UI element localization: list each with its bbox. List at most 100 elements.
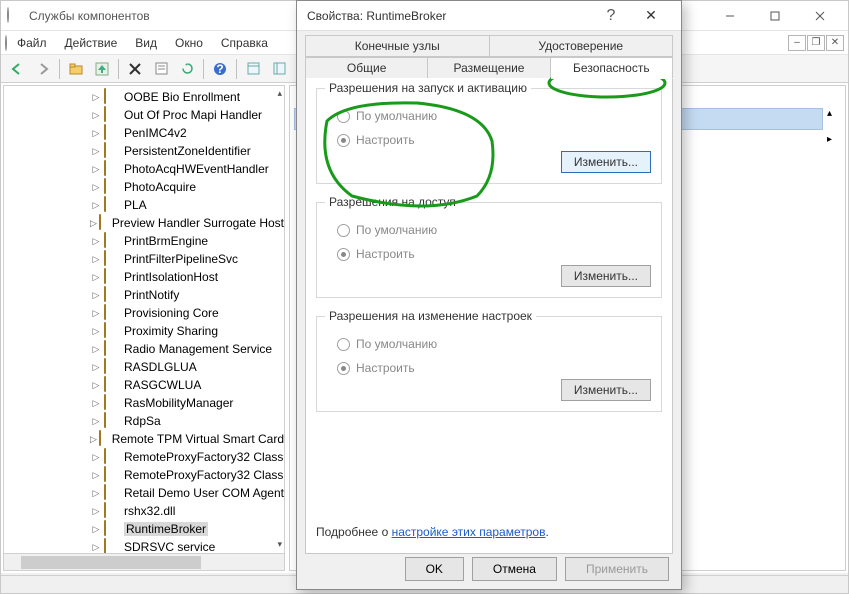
tree-item[interactable]: ▷Radio Management Service	[4, 340, 284, 358]
tree-list[interactable]: ▷OOBE Bio Enrollment▷Out Of Proc Mapi Ha…	[4, 86, 284, 558]
expander-icon[interactable]: ▷	[90, 416, 102, 427]
close-button[interactable]	[797, 1, 842, 31]
edit-config-button[interactable]: Изменить...	[561, 379, 651, 401]
expander-icon[interactable]: ▷	[90, 344, 102, 355]
radio-launch-default[interactable]: По умолчанию	[337, 109, 651, 123]
tree-item[interactable]: ▷PrintNotify	[4, 286, 284, 304]
tree-scroll-up[interactable]: ▴	[277, 88, 282, 99]
expander-icon[interactable]: ▷	[90, 488, 102, 499]
up-button[interactable]	[90, 57, 114, 81]
help-button[interactable]: ?	[208, 57, 232, 81]
expander-icon[interactable]: ▷	[90, 200, 102, 211]
tree-item[interactable]: ▷Proximity Sharing	[4, 322, 284, 340]
tree-item[interactable]: ▷PLA	[4, 196, 284, 214]
maximize-button[interactable]	[752, 1, 797, 31]
tab-endpoints[interactable]: Конечные узлы	[305, 35, 490, 57]
expander-icon[interactable]: ▷	[90, 542, 102, 553]
tree-item[interactable]: ▷PrintBrmEngine	[4, 232, 284, 250]
footer-link[interactable]: настройке этих параметров	[392, 525, 546, 539]
tree-item[interactable]: ▷PhotoAcquire	[4, 178, 284, 196]
edit-launch-button[interactable]: Изменить...	[561, 151, 651, 173]
radio-config-custom[interactable]: Настроить	[337, 361, 651, 375]
expander-icon[interactable]: ▷	[90, 92, 102, 103]
tree-item[interactable]: ▷Retail Demo User COM Agent	[4, 484, 284, 502]
tab-header: Конечные узлы Удостоверение Общие Размещ…	[305, 35, 673, 78]
properties-button[interactable]	[149, 57, 173, 81]
package-icon	[104, 107, 120, 123]
tab-location[interactable]: Размещение	[428, 57, 550, 78]
expander-icon[interactable]: ▷	[90, 326, 102, 337]
expander-icon[interactable]: ▷	[90, 452, 102, 463]
right-panel-caret-up[interactable]: ▴	[827, 108, 841, 122]
expander-icon[interactable]: ▷	[90, 290, 102, 301]
tab-identity[interactable]: Удостоверение	[490, 35, 674, 57]
tree-item[interactable]: ▷Remote TPM Virtual Smart Card	[4, 430, 284, 448]
tree-item[interactable]: ▷PhotoAcqHWEventHandler	[4, 160, 284, 178]
tree-item[interactable]: ▷PrintFilterPipelineSvc	[4, 250, 284, 268]
mdi-restore[interactable]: ❐	[807, 35, 825, 51]
expander-icon[interactable]: ▷	[90, 128, 102, 139]
expander-icon[interactable]: ▷	[90, 308, 102, 319]
dialog-close-button[interactable]: ✕	[631, 7, 671, 24]
tab-general[interactable]: Общие	[305, 57, 428, 78]
forward-button[interactable]	[31, 57, 55, 81]
radio-launch-custom[interactable]: Настроить	[337, 133, 651, 147]
ok-button[interactable]: OK	[405, 557, 464, 581]
tree-item[interactable]: ▷RASGCWLUA	[4, 376, 284, 394]
tree-item[interactable]: ▷Provisioning Core	[4, 304, 284, 322]
tree-item[interactable]: ▷rshx32.dll	[4, 502, 284, 520]
folder-button[interactable]	[64, 57, 88, 81]
menu-help[interactable]: Справка	[213, 33, 276, 53]
tree-item[interactable]: ▷PersistentZoneIdentifier	[4, 142, 284, 160]
radio-access-custom[interactable]: Настроить	[337, 247, 651, 261]
expander-icon[interactable]: ▷	[90, 434, 97, 445]
radio-access-default[interactable]: По умолчанию	[337, 223, 651, 237]
tree-item[interactable]: ▷RASDLGLUA	[4, 358, 284, 376]
tree-item[interactable]: ▷Preview Handler Surrogate Host	[4, 214, 284, 232]
expander-icon[interactable]: ▷	[90, 254, 102, 265]
radio-config-default[interactable]: По умолчанию	[337, 337, 651, 351]
menu-window[interactable]: Окно	[167, 33, 211, 53]
expander-icon[interactable]: ▷	[90, 506, 102, 517]
mdi-close[interactable]: ✕	[826, 35, 844, 51]
minimize-button[interactable]	[707, 1, 752, 31]
expander-icon[interactable]: ▷	[90, 146, 102, 157]
delete-button[interactable]	[123, 57, 147, 81]
dialog-help-button[interactable]: ?	[591, 7, 631, 25]
expander-icon[interactable]: ▷	[90, 524, 102, 535]
expander-icon[interactable]: ▷	[90, 182, 102, 193]
menu-view[interactable]: Вид	[127, 33, 165, 53]
tree-item[interactable]: ▷OOBE Bio Enrollment	[4, 88, 284, 106]
expander-icon[interactable]: ▷	[90, 470, 102, 481]
expander-icon[interactable]: ▷	[90, 236, 102, 247]
expander-icon[interactable]: ▷	[90, 272, 102, 283]
menu-action[interactable]: Действие	[57, 33, 126, 53]
tree-hscrollbar[interactable]	[4, 553, 284, 570]
tree-item[interactable]: ▷Out Of Proc Mapi Handler	[4, 106, 284, 124]
expander-icon[interactable]: ▷	[90, 164, 102, 175]
mdi-minimize[interactable]: ‒	[788, 35, 806, 51]
cancel-button[interactable]: Отмена	[472, 557, 557, 581]
expander-icon[interactable]: ▷	[90, 398, 102, 409]
tree-item[interactable]: ▷RemoteProxyFactory32 Class	[4, 448, 284, 466]
expander-icon[interactable]: ▷	[90, 362, 102, 373]
expander-icon[interactable]: ▷	[90, 218, 97, 229]
tree-item[interactable]: ▷RasMobilityManager	[4, 394, 284, 412]
tree-item[interactable]: ▷PenIMC4v2	[4, 124, 284, 142]
tree-item[interactable]: ▷PrintIsolationHost	[4, 268, 284, 286]
tree-item[interactable]: ▷RuntimeBroker	[4, 520, 284, 538]
apply-button[interactable]: Применить	[565, 557, 669, 581]
right-panel-caret-right[interactable]: ▸	[827, 134, 841, 148]
expander-icon[interactable]: ▷	[90, 110, 102, 121]
back-button[interactable]	[5, 57, 29, 81]
tab-security[interactable]: Безопасность	[551, 57, 673, 79]
view1-button[interactable]	[241, 57, 265, 81]
tree-item[interactable]: ▷RemoteProxyFactory32 Class	[4, 466, 284, 484]
view2-button[interactable]	[267, 57, 291, 81]
tree-scroll-down[interactable]: ▾	[277, 539, 282, 550]
refresh-button[interactable]	[175, 57, 199, 81]
edit-access-button[interactable]: Изменить...	[561, 265, 651, 287]
tree-item[interactable]: ▷RdpSa	[4, 412, 284, 430]
menu-file[interactable]: Файл	[9, 33, 55, 53]
expander-icon[interactable]: ▷	[90, 380, 102, 391]
